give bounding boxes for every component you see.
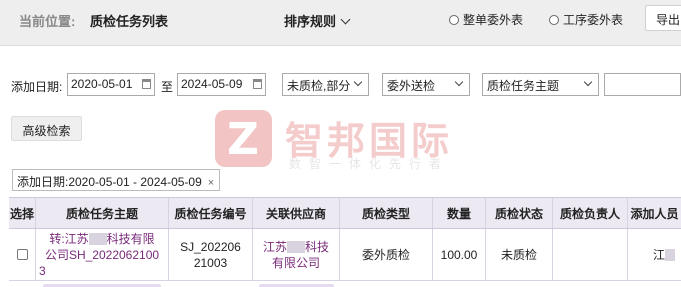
status-select[interactable]: 未质检,部分	[282, 73, 369, 96]
task-code-cell: SJ_202206 21003	[169, 229, 253, 280]
redacted-mark	[287, 241, 305, 254]
sort-rules-label: 排序规则	[284, 14, 337, 29]
col-header-subject[interactable]: 质检任务主题	[36, 198, 169, 228]
logo-letter: Z	[227, 114, 259, 165]
owner-cell	[553, 229, 628, 280]
calendar-icon[interactable]	[253, 79, 262, 89]
col-header-quantity[interactable]: 数量	[433, 198, 486, 228]
field-select[interactable]: 质检任务主题	[482, 73, 599, 96]
col-header-code[interactable]: 质检任务编号	[169, 198, 253, 228]
status-select-value: 未质检,部分	[287, 79, 351, 93]
qc-status-cell: 未质检	[486, 229, 553, 280]
supplier-text: 有限公司	[271, 255, 320, 270]
subject-text: 公司SH_2022062100	[44, 247, 160, 262]
brand-logo: Z	[215, 110, 272, 167]
advanced-search-button[interactable]: 高级检索	[11, 116, 82, 141]
added-by-cell: 江	[628, 229, 681, 280]
date-to-input[interactable]: 2024-05-09	[177, 73, 266, 96]
col-header-supplier[interactable]: 关联供应商	[253, 198, 340, 228]
field-select-value: 质检任务主题	[487, 79, 560, 93]
date-from-input[interactable]: 2020-05-01	[67, 73, 155, 96]
breadcrumb-label: 当前位置:	[19, 14, 76, 29]
qc-type-cell: 委外质检	[340, 229, 433, 280]
date-to-separator: 至	[161, 80, 174, 94]
watermark-slogan: 数智一体化先行者	[289, 157, 450, 171]
chevron-down-icon	[583, 77, 593, 87]
close-icon[interactable]: ×	[208, 177, 214, 189]
row-checkbox[interactable]	[16, 249, 28, 260]
col-header-added-by[interactable]: 添加人员	[628, 198, 681, 228]
sort-rules-dropdown[interactable]: 排序规则	[284, 11, 351, 30]
subject-link[interactable]: 转:江苏 科技有限 公司SH_2022062100 3	[36, 229, 169, 280]
redacted-mark	[665, 248, 675, 261]
table-header: 选择 质检任务主题 质检任务编号 关联供应商 质检类型 数量 质检状态 质检负责…	[9, 197, 681, 229]
row-select-cell	[9, 229, 36, 280]
radio-label: 工序委外表	[563, 13, 624, 27]
date-from-value: 2020-05-01	[71, 77, 133, 91]
task-code-text: SJ_202206	[180, 239, 241, 254]
quantity-cell: 100.00	[433, 229, 486, 280]
col-header-qc-type[interactable]: 质检类型	[340, 198, 433, 228]
chevron-down-icon	[353, 77, 363, 87]
keyword-input[interactable]	[604, 73, 681, 96]
table-row: 转:江苏 科技有限 公司SH_2022062100 3 SJ_202206 210…	[9, 229, 681, 281]
date-to-value: 2024-05-09	[181, 77, 243, 91]
top-bar: 当前位置: 质检任务列表 排序规则 整单委外表 工序委外表 导出	[0, 0, 681, 46]
subject-text: 科技有限	[106, 231, 155, 246]
add-date-label: 添加日期:	[11, 80, 63, 94]
radio-whole-order-outsource[interactable]: 整单委外表	[449, 11, 523, 28]
radio-label: 整单委外表	[463, 13, 524, 27]
radio-circle-icon[interactable]	[549, 14, 559, 25]
supplier-link[interactable]: 江苏 科技 有限公司	[253, 229, 340, 280]
page-title: 质检任务列表	[90, 14, 169, 29]
chevron-down-icon	[454, 77, 464, 87]
redacted-mark	[88, 233, 107, 246]
type-select[interactable]: 委外送检	[382, 73, 470, 96]
added-by-text: 江	[652, 247, 665, 262]
export-button[interactable]: 导出	[645, 5, 681, 31]
applied-filter-tag: 添加日期:2020-05-01 - 2024-05-09 ×	[12, 169, 221, 191]
watermark: Z 智邦国际 数智一体化先行者	[215, 110, 485, 180]
subject-text: 转:江苏	[49, 231, 89, 246]
table-row-partial	[9, 282, 681, 287]
supplier-text: 科技	[305, 239, 330, 254]
col-header-qc-status[interactable]: 质检状态	[486, 198, 553, 228]
col-header-owner[interactable]: 质检负责人	[553, 198, 628, 228]
task-code-text: 21003	[193, 255, 228, 270]
col-header-select: 选择	[9, 198, 36, 228]
supplier-text: 江苏	[262, 239, 287, 254]
radio-process-outsource[interactable]: 工序委外表	[549, 11, 623, 28]
subject-text: 3	[39, 263, 46, 278]
type-select-value: 委外送检	[387, 79, 436, 93]
watermark-brand: 智邦国际	[285, 121, 454, 163]
chevron-down-icon	[340, 14, 351, 25]
radio-circle-icon[interactable]	[449, 14, 459, 25]
calendar-icon[interactable]	[142, 79, 151, 89]
applied-filter-text: 添加日期:2020-05-01 - 2024-05-09	[17, 175, 202, 189]
